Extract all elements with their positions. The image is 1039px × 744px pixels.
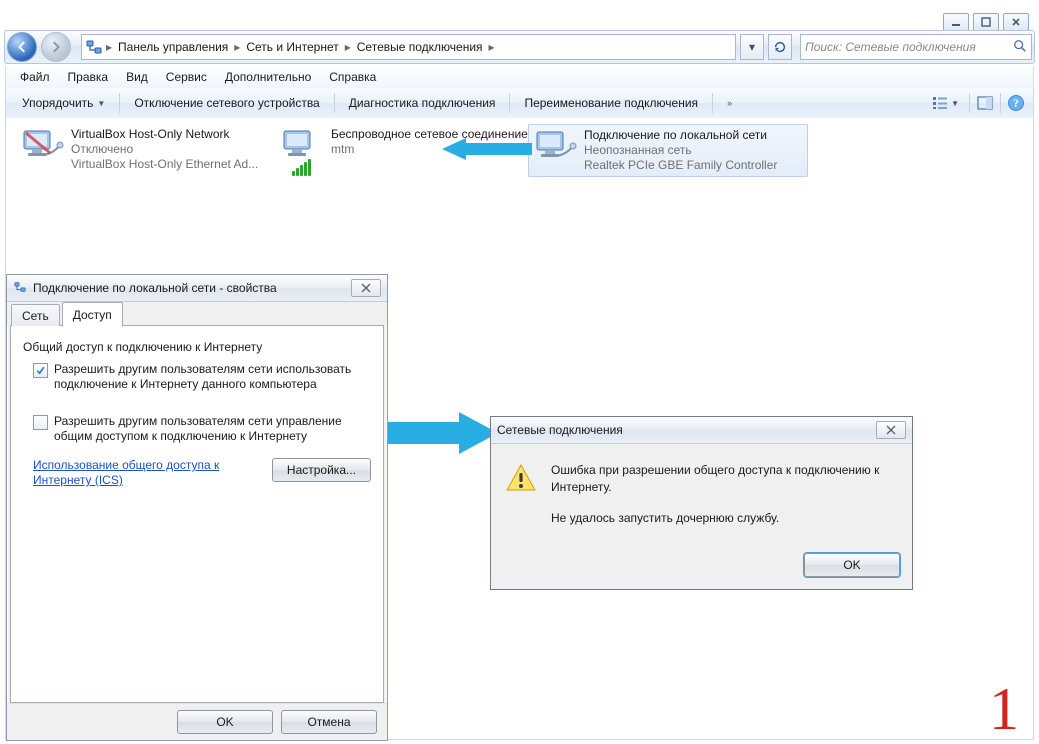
search-input[interactable]: Поиск: Сетевые подключения	[800, 34, 1032, 60]
settings-button[interactable]: Настройка...	[272, 458, 371, 482]
separator	[969, 93, 970, 113]
chevron-right-icon: ▸	[487, 40, 497, 54]
ok-button[interactable]: OK	[177, 710, 273, 734]
forward-button[interactable]	[41, 32, 71, 62]
connection-title: Подключение по локальной сети	[584, 128, 777, 143]
view-mode-button[interactable]	[929, 92, 951, 114]
close-button[interactable]	[1003, 13, 1029, 31]
svg-text:?: ?	[1013, 96, 1019, 110]
checkbox-allow-control[interactable]	[33, 415, 48, 430]
separator	[334, 93, 335, 113]
connection-lan[interactable]: Подключение по локальной сети Неопознанн…	[528, 124, 808, 177]
menu-bar: Файл Правка Вид Сервис Дополнительно Спр…	[5, 66, 1034, 89]
dialog-title-text: Сетевые подключения	[497, 423, 623, 437]
address-dropdown-button[interactable]: ▾	[740, 34, 764, 60]
network-icon	[13, 280, 27, 297]
caret-down-icon[interactable]: ▼	[951, 99, 965, 108]
error-dialog: Сетевые подключения Ошибка при разрешени…	[490, 416, 913, 590]
connection-virtualbox[interactable]: VirtualBox Host-Only Network Отключено V…	[16, 124, 272, 175]
dialog-title-text: Подключение по локальной сети - свойства	[33, 281, 277, 295]
annotation-arrow	[442, 135, 532, 163]
ok-button[interactable]: OK	[804, 553, 900, 577]
warning-icon	[505, 462, 537, 494]
group-title: Общий доступ к подключению к Интернету	[23, 340, 375, 354]
separator	[509, 93, 510, 113]
maximize-button[interactable]	[973, 13, 999, 31]
network-icon	[86, 39, 102, 55]
signal-strength-icon	[292, 159, 311, 176]
dialog-titlebar[interactable]: Сетевые подключения	[491, 417, 912, 444]
connection-device: Realtek PCIe GBE Family Controller	[584, 158, 777, 173]
menu-edit[interactable]: Правка	[60, 68, 117, 86]
breadcrumb[interactable]: ▸ Панель управления ▸ Сеть и Интернет ▸ …	[81, 34, 736, 60]
connection-device: VirtualBox Host-Only Ethernet Ad...	[71, 157, 258, 172]
error-line-2: Не удалось запустить дочернюю службу.	[551, 510, 898, 527]
ics-help-link[interactable]: Использование общего доступа к Интернету…	[33, 458, 260, 488]
menu-help[interactable]: Справка	[321, 68, 384, 86]
address-bar: ▸ Панель управления ▸ Сеть и Интернет ▸ …	[4, 30, 1035, 64]
dialog-close-button[interactable]	[351, 279, 381, 297]
organize-button[interactable]: Упорядочить▼	[12, 92, 115, 114]
help-button[interactable]: ?	[1005, 92, 1027, 114]
chevron-right-icon: ▸	[232, 40, 242, 54]
breadcrumb-control-panel[interactable]: Панель управления	[116, 40, 230, 54]
search-icon	[1013, 39, 1027, 56]
adapter-icon	[19, 127, 65, 169]
connection-status: Неопознанная сеть	[584, 143, 777, 158]
separator	[712, 93, 713, 113]
back-button[interactable]	[7, 32, 37, 62]
chevron-right-icon: ▸	[104, 40, 114, 54]
preview-pane-button[interactable]	[974, 92, 996, 114]
separator	[1000, 93, 1001, 113]
error-line-1: Ошибка при разрешении общего доступа к п…	[551, 462, 898, 496]
menu-service[interactable]: Сервис	[158, 68, 215, 86]
chevron-right-icon: ▸	[343, 40, 353, 54]
connection-status: Отключено	[71, 142, 258, 157]
adapter-icon	[532, 128, 578, 170]
separator	[119, 93, 120, 113]
toolbar: Упорядочить▼ Отключение сетевого устройс…	[5, 88, 1034, 119]
dialog-titlebar[interactable]: Подключение по локальной сети - свойства	[7, 275, 387, 302]
breadcrumb-network-internet[interactable]: Сеть и Интернет	[244, 40, 340, 54]
dialog-button-row: OK Отмена	[7, 703, 387, 740]
checkbox-allow-control-label: Разрешить другим пользователям сети упра…	[54, 414, 371, 444]
annotation-number: 1	[989, 675, 1019, 744]
search-placeholder: Поиск: Сетевые подключения	[805, 40, 1007, 54]
properties-dialog: Подключение по локальной сети - свойства…	[6, 274, 388, 741]
menu-view[interactable]: Вид	[118, 68, 156, 86]
caret-down-icon: ▼	[97, 99, 105, 108]
checkbox-allow-share[interactable]	[33, 363, 48, 378]
rename-button[interactable]: Переименование подключения	[514, 92, 708, 114]
minimize-button[interactable]	[943, 13, 969, 31]
dialog-close-button[interactable]	[876, 421, 906, 439]
diagnose-button[interactable]: Диагностика подключения	[339, 92, 506, 114]
tab-strip: Сеть Доступ	[7, 302, 387, 326]
cancel-button[interactable]: Отмена	[281, 710, 377, 734]
dialog-button-row: OK	[491, 553, 912, 589]
checkbox-allow-share-label: Разрешить другим пользователям сети испо…	[54, 362, 371, 392]
tab-access[interactable]: Доступ	[62, 302, 123, 327]
connection-title: VirtualBox Host-Only Network	[71, 127, 258, 142]
refresh-button[interactable]	[768, 34, 792, 60]
more-commands-button[interactable]: »	[717, 94, 740, 112]
menu-extra[interactable]: Дополнительно	[217, 68, 319, 86]
menu-file[interactable]: Файл	[12, 68, 58, 86]
disable-adapter-button[interactable]: Отключение сетевого устройства	[124, 92, 329, 114]
breadcrumb-network-connections[interactable]: Сетевые подключения	[355, 40, 485, 54]
tab-body: Общий доступ к подключению к Интернету Р…	[10, 326, 384, 703]
tab-network[interactable]: Сеть	[11, 304, 60, 326]
window-controls	[943, 13, 1029, 31]
